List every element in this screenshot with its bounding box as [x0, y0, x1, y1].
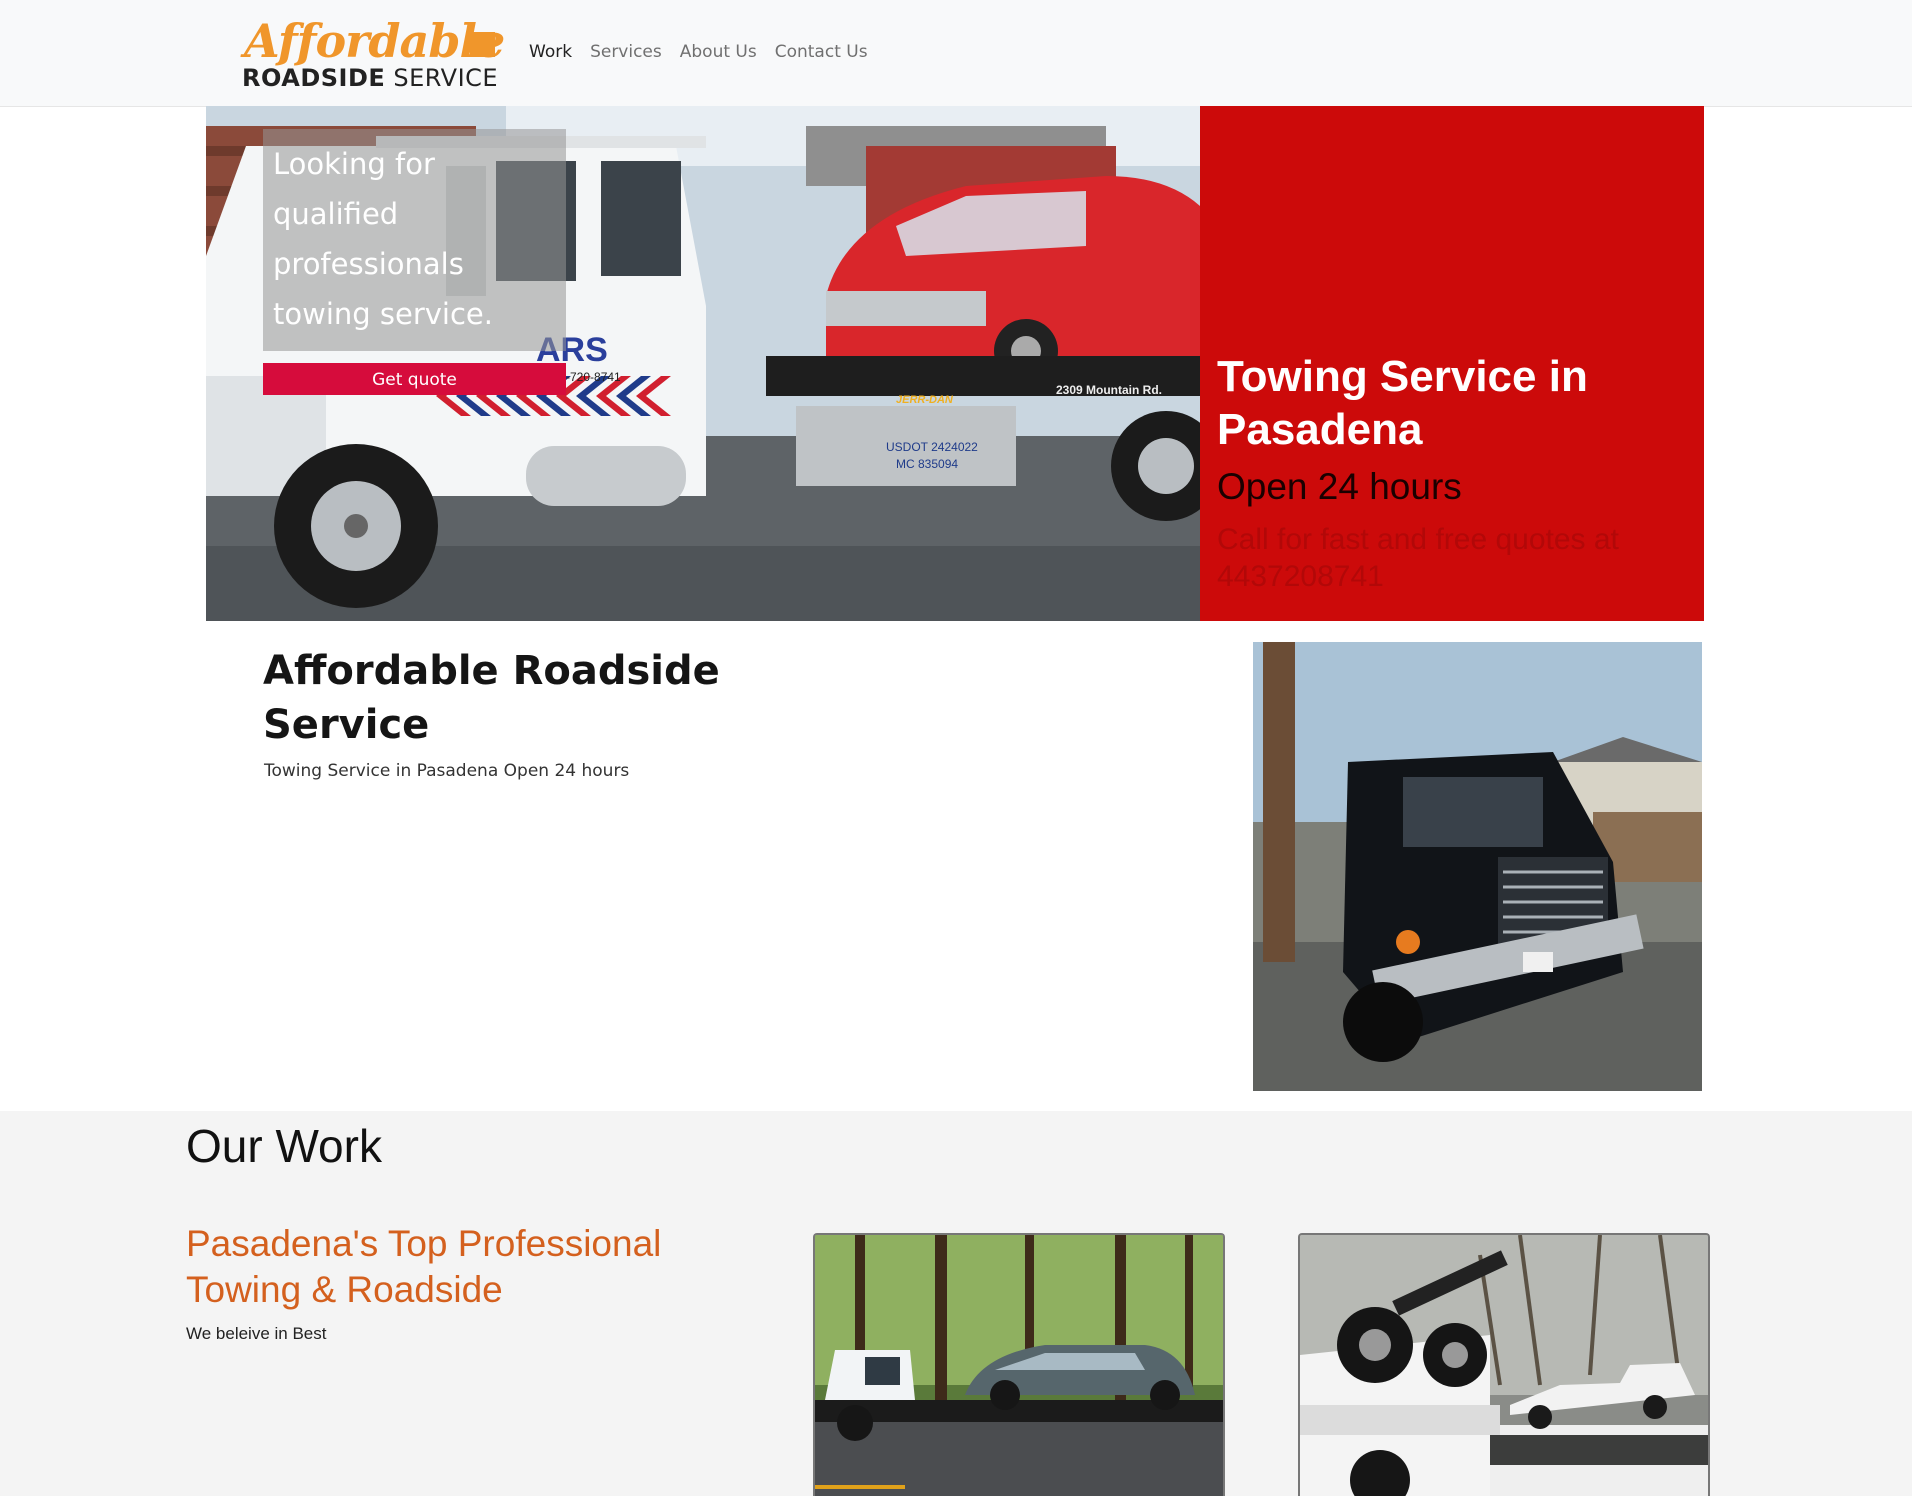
logo-wordmark: Affordable	[244, 14, 505, 68]
brand-logo[interactable]: Affordable ROADSIDE SERVICE	[242, 14, 505, 94]
our-work-tagline: We beleive in Best	[186, 1324, 327, 1343]
logo-subtitle-light: SERVICE	[385, 64, 499, 92]
nav-about-us[interactable]: About Us	[680, 42, 757, 62]
black-tow-truck-photo	[1253, 642, 1702, 1091]
logo-square-icon	[470, 32, 495, 57]
our-work-heading: Pasadena's Top Professional Towing & Roa…	[186, 1223, 662, 1310]
hero-section: ARS -720-8741 USDOT 2424022 MC 835094 23…	[206, 106, 1704, 621]
hero-red-panel: Towing Service in Pasadena Open 24 hours…	[1200, 106, 1704, 621]
work-photo-card-2[interactable]	[1298, 1233, 1710, 1496]
truck-phone-lettering: -720-8741	[566, 370, 621, 384]
hero-title: Towing Service in Pasadena	[1217, 352, 1588, 454]
hero-call-text: Call for fast and free quotes at 4437208…	[1217, 523, 1619, 593]
logo-subtitle: ROADSIDE SERVICE	[242, 64, 498, 92]
hero-overlay-text: Looking for qualified professionals towi…	[273, 147, 493, 331]
truck-jerrdan-lettering: JERR-DAN	[896, 394, 954, 406]
truck-usdot-lettering: USDOT 2424022	[886, 440, 978, 454]
about-subtitle: Towing Service in Pasadena Open 24 hours	[264, 761, 630, 781]
hero-tow-truck-photo: ARS -720-8741 USDOT 2424022 MC 835094 23…	[206, 106, 1200, 621]
our-work-title: Our Work	[186, 1120, 382, 1172]
hero-subtitle: Open 24 hours	[1217, 466, 1462, 507]
nav-contact-us[interactable]: Contact Us	[775, 42, 868, 62]
navbar: Affordable ROADSIDE SERVICE Work Service…	[0, 0, 1912, 107]
truck-mc-lettering: MC 835094	[896, 457, 958, 471]
our-work-section: Our Work Pasadena's Top Professional Tow…	[0, 1111, 1912, 1496]
hero-overlay-box: Looking for qualified professionals towi…	[263, 129, 566, 351]
nav-services[interactable]: Services	[590, 42, 662, 62]
nav-links: Work Services About Us Contact Us	[529, 42, 868, 62]
snow-recovery-photo	[1300, 1235, 1708, 1496]
nav-work[interactable]: Work	[529, 42, 572, 62]
get-quote-button[interactable]: Get quote	[263, 363, 566, 395]
truck-address-lettering: 2309 Mountain Rd.	[1056, 383, 1162, 397]
about-title: Affordable Roadside Service	[263, 648, 720, 748]
forest-tow-photo	[815, 1235, 1223, 1496]
work-photo-card-1[interactable]	[813, 1233, 1225, 1496]
logo-subtitle-bold: ROADSIDE	[242, 64, 386, 92]
black-truck-illustration	[1253, 642, 1702, 1091]
